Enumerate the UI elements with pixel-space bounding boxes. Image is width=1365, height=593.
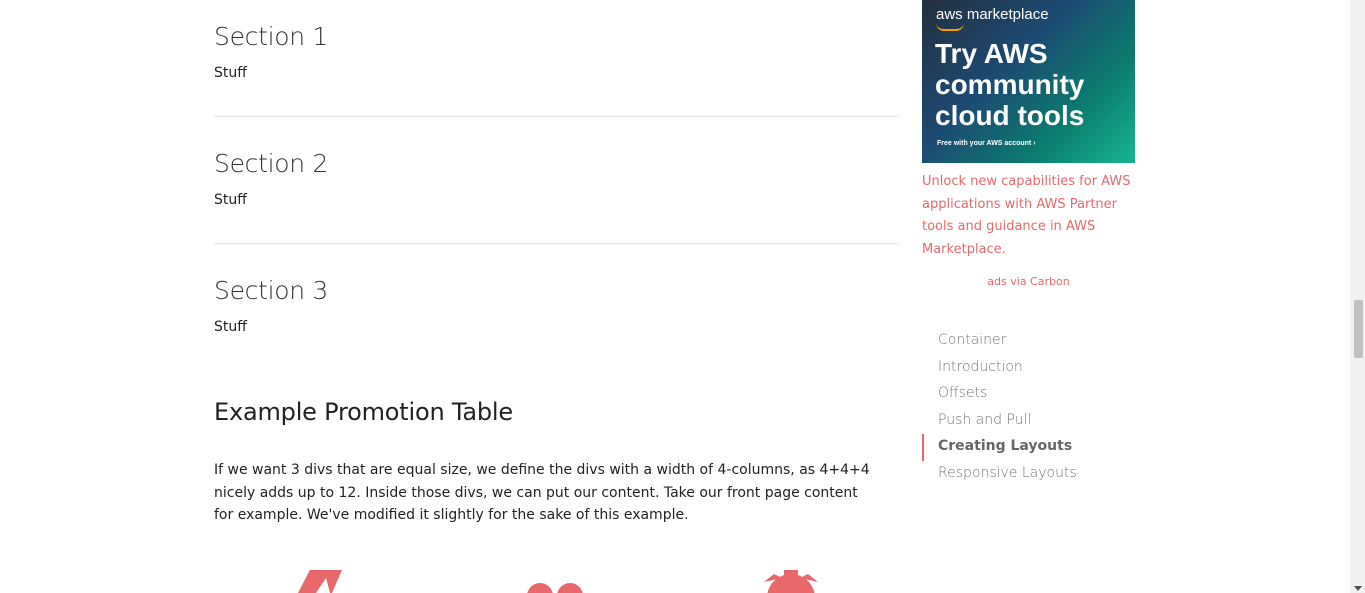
promo-title: Example Promotion Table — [214, 398, 513, 426]
toc-item-introduction[interactable]: Introduction — [922, 355, 1135, 382]
aws-marketplace-logo: aws marketplace — [936, 6, 1049, 31]
ad-headline: Try AWS community cloud tools — [935, 38, 1085, 131]
gear-icon — [764, 570, 818, 593]
carbon-ad: aws marketplace Try AWS community cloud … — [922, 0, 1135, 288]
ads-via-carbon-link[interactable]: ads via Carbon — [922, 275, 1135, 288]
table-of-contents: Container Introduction Offsets Push and … — [922, 328, 1135, 487]
divider — [214, 243, 899, 244]
section-body: Stuff — [214, 65, 247, 81]
section-body: Stuff — [214, 192, 247, 208]
bolt-icon — [298, 570, 342, 593]
vertical-scrollbar[interactable] — [1350, 0, 1365, 593]
section-title: Section 3 — [214, 276, 329, 305]
section-1: Section 1 Stuff — [214, 22, 328, 81]
scrollbar-thumb[interactable] — [1354, 300, 1363, 358]
toc-item-offsets[interactable]: Offsets — [922, 381, 1135, 408]
toc-item-creating-layouts[interactable]: Creating Layouts — [922, 434, 1135, 461]
ad-footnote: Free with your AWS account › — [937, 140, 1036, 147]
promo-description: If we want 3 divs that are equal size, w… — [214, 462, 870, 523]
toc-item-responsive-layouts[interactable]: Responsive Layouts — [922, 461, 1135, 488]
section-body: Stuff — [214, 319, 247, 335]
promo-icons — [214, 570, 899, 593]
section-title: Section 2 — [214, 149, 329, 178]
ad-description-link[interactable]: Unlock new capabilities for AWS applicat… — [922, 171, 1135, 261]
toc-item-container[interactable]: Container — [922, 328, 1135, 355]
divider — [214, 116, 899, 117]
aws-smile-icon — [936, 23, 964, 31]
section-2: Section 2 Stuff — [214, 149, 328, 208]
heart-icon — [527, 583, 583, 593]
section-3: Section 3 Stuff — [214, 276, 328, 335]
ad-banner-image[interactable]: aws marketplace Try AWS community cloud … — [922, 0, 1135, 163]
toc-item-push-and-pull[interactable]: Push and Pull — [922, 408, 1135, 435]
ad-brand-text: aws marketplace — [936, 6, 1049, 23]
section-title: Section 1 — [214, 22, 329, 51]
scroll-down-arrow-icon[interactable] — [1354, 586, 1362, 591]
